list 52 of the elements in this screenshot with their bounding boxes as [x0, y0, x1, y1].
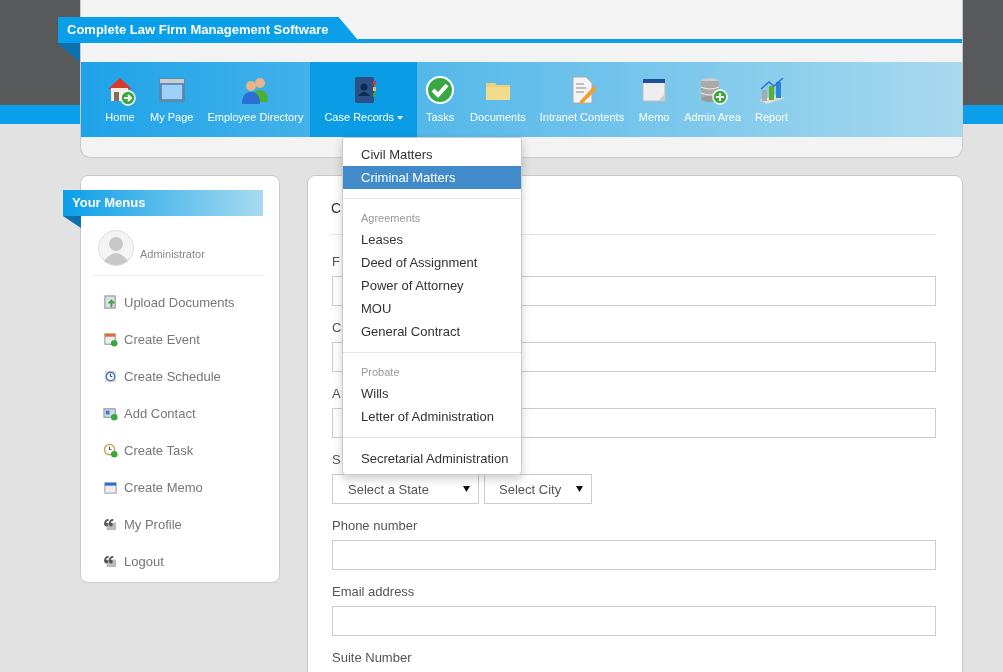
- text-field[interactable]: [332, 606, 936, 636]
- caret-icon: [463, 486, 470, 492]
- menu-item[interactable]: General Contract: [343, 320, 521, 343]
- field-label: Suite Number: [332, 650, 412, 665]
- field-label: C: [332, 320, 342, 335]
- sidebar-link[interactable]: Create Schedule: [124, 369, 221, 384]
- caret-icon: [576, 486, 583, 492]
- nav-item[interactable]: Home: [97, 62, 143, 137]
- menu-item[interactable]: Letter of Administration: [343, 405, 521, 428]
- sidebar-link[interactable]: My Profile: [124, 517, 182, 532]
- app-title: Complete Law Firm Management Software: [58, 17, 361, 43]
- menu-item[interactable]: Leases: [343, 228, 521, 251]
- sidebar-link[interactable]: Logout: [124, 554, 164, 569]
- sidebar-link[interactable]: Create Event: [124, 332, 200, 347]
- field-label: S: [332, 452, 341, 467]
- sidebar-link[interactable]: Create Task: [124, 443, 194, 458]
- clock-plus-icon: [103, 443, 118, 458]
- avatar-icon: [98, 230, 134, 266]
- field-label: A: [332, 386, 341, 401]
- document-upload-icon: [103, 295, 118, 310]
- sidebar-link[interactable]: Create Memo: [124, 480, 203, 495]
- menu-item[interactable]: Deed of Assignment: [343, 251, 521, 274]
- contact-card-icon: [103, 406, 118, 421]
- nav-item[interactable]: Employee Directory: [200, 62, 311, 137]
- select-dropdown[interactable]: Select a State: [332, 474, 479, 504]
- nav-item[interactable]: My Page: [143, 62, 201, 137]
- clock-icon: [103, 369, 118, 384]
- quote-icon: [103, 554, 118, 569]
- menu-item[interactable]: Power of Attorney: [343, 274, 521, 297]
- calendar-plus-icon: [103, 332, 118, 347]
- menu-item[interactable]: Wills: [343, 382, 521, 405]
- ribbon-fold: [63, 216, 81, 228]
- menu-item[interactable]: Criminal Matters: [343, 166, 521, 189]
- nav-item[interactable]: Case Records: [310, 62, 418, 137]
- menu-header: Probate: [360, 365, 401, 380]
- sidebar-link[interactable]: Add Contact: [124, 406, 196, 421]
- field-label: Phone number: [332, 518, 418, 533]
- sidebar-link[interactable]: Upload Documents: [124, 295, 235, 310]
- field-label: Email address: [332, 584, 415, 599]
- field-label: F: [332, 254, 340, 269]
- menu-item[interactable]: MOU: [343, 297, 521, 320]
- sidebar-title: Your Menus: [63, 190, 263, 216]
- quote-icon: [103, 517, 118, 532]
- text-field[interactable]: [332, 540, 936, 570]
- checkmark-icon: [424, 74, 457, 106]
- form-heading: C: [331, 200, 342, 216]
- select-dropdown[interactable]: Select City: [484, 474, 592, 504]
- menu-item[interactable]: Secretarial Administration: [343, 447, 521, 470]
- menu-header: Agreements: [360, 211, 422, 226]
- user-name: Administrator: [140, 248, 205, 260]
- menu-item[interactable]: Civil Matters: [343, 143, 521, 166]
- window-icon: [103, 480, 118, 495]
